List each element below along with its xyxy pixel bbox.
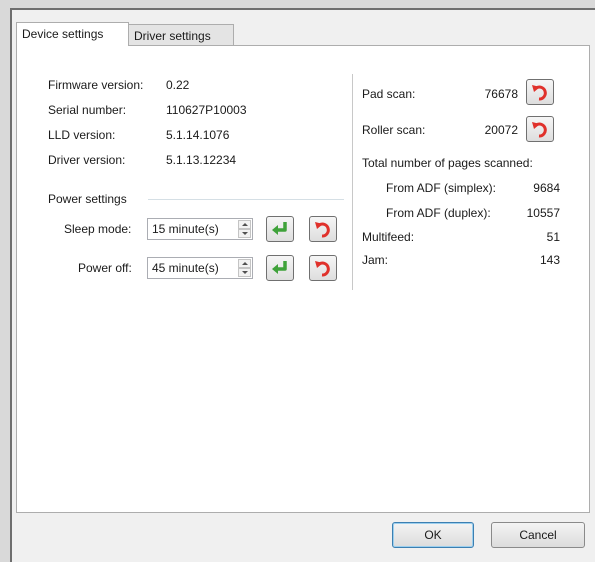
pad-scan-reset-button[interactable] xyxy=(526,79,554,105)
total-pages-scanned-label: Total number of pages scanned: xyxy=(362,156,533,170)
adf-simplex-label: From ADF (simplex): xyxy=(386,181,497,195)
reset-undo-icon xyxy=(532,122,547,138)
roller-scan-label: Roller scan: xyxy=(362,123,426,137)
sleep-mode-spinbox[interactable]: 15 minute(s) xyxy=(147,218,253,240)
pad-scan-label: Pad scan: xyxy=(362,87,416,101)
power-settings-group-label: Power settings xyxy=(48,192,127,206)
window-border-top xyxy=(10,8,595,10)
power-off-label: Power off: xyxy=(78,261,132,275)
lld-version-value: 5.1.14.1076 xyxy=(166,128,230,142)
sleep-mode-label: Sleep mode: xyxy=(64,222,132,236)
roller-scan-reset-button[interactable] xyxy=(526,116,554,142)
power-off-apply-button[interactable] xyxy=(266,255,294,281)
sleep-mode-reset-button[interactable] xyxy=(309,216,337,242)
spin-down-icon[interactable] xyxy=(238,268,251,277)
power-off-value[interactable]: 45 minute(s) xyxy=(152,261,219,275)
spin-up-icon[interactable] xyxy=(238,220,251,229)
firmware-version-value: 0.22 xyxy=(166,78,190,92)
reset-undo-icon xyxy=(532,85,547,101)
roller-scan-value: 20072 xyxy=(484,123,518,137)
ok-button[interactable]: OK xyxy=(392,522,474,548)
sleep-mode-spin-arrows xyxy=(238,220,251,238)
firmware-version-label: Firmware version: xyxy=(48,78,144,92)
sleep-mode-apply-button[interactable] xyxy=(266,216,294,242)
apply-arrow-icon xyxy=(272,222,287,235)
reset-undo-icon xyxy=(315,222,330,238)
serial-number-value: 110627P10003 xyxy=(166,103,247,117)
driver-version-label: Driver version: xyxy=(48,153,126,167)
column-divider xyxy=(352,74,353,290)
reset-undo-icon xyxy=(315,261,330,277)
pad-scan-value: 76678 xyxy=(484,87,518,101)
cancel-button[interactable]: Cancel xyxy=(491,522,585,548)
tab-driver-settings[interactable]: Driver settings xyxy=(129,24,234,46)
window-border-left xyxy=(10,8,12,562)
adf-duplex-value: 10557 xyxy=(526,206,560,220)
jam-value: 143 xyxy=(539,253,560,267)
spin-down-icon[interactable] xyxy=(238,229,251,238)
serial-number-label: Serial number: xyxy=(48,103,127,117)
tab-device-settings[interactable]: Device settings xyxy=(16,22,129,46)
apply-arrow-icon xyxy=(272,261,287,274)
lld-version-label: LLD version: xyxy=(48,128,116,142)
power-off-reset-button[interactable] xyxy=(309,255,337,281)
power-off-spin-arrows xyxy=(238,259,251,277)
multifeed-label: Multifeed: xyxy=(362,230,415,244)
power-settings-group-line xyxy=(148,199,344,200)
sleep-mode-value[interactable]: 15 minute(s) xyxy=(152,222,219,236)
power-off-spinbox[interactable]: 45 minute(s) xyxy=(147,257,253,279)
driver-version-value: 5.1.13.12234 xyxy=(166,153,237,167)
jam-label: Jam: xyxy=(362,253,389,267)
spin-up-icon[interactable] xyxy=(238,259,251,268)
multifeed-value: 51 xyxy=(546,230,560,244)
adf-simplex-value: 9684 xyxy=(533,181,560,195)
adf-duplex-label: From ADF (duplex): xyxy=(386,206,491,220)
